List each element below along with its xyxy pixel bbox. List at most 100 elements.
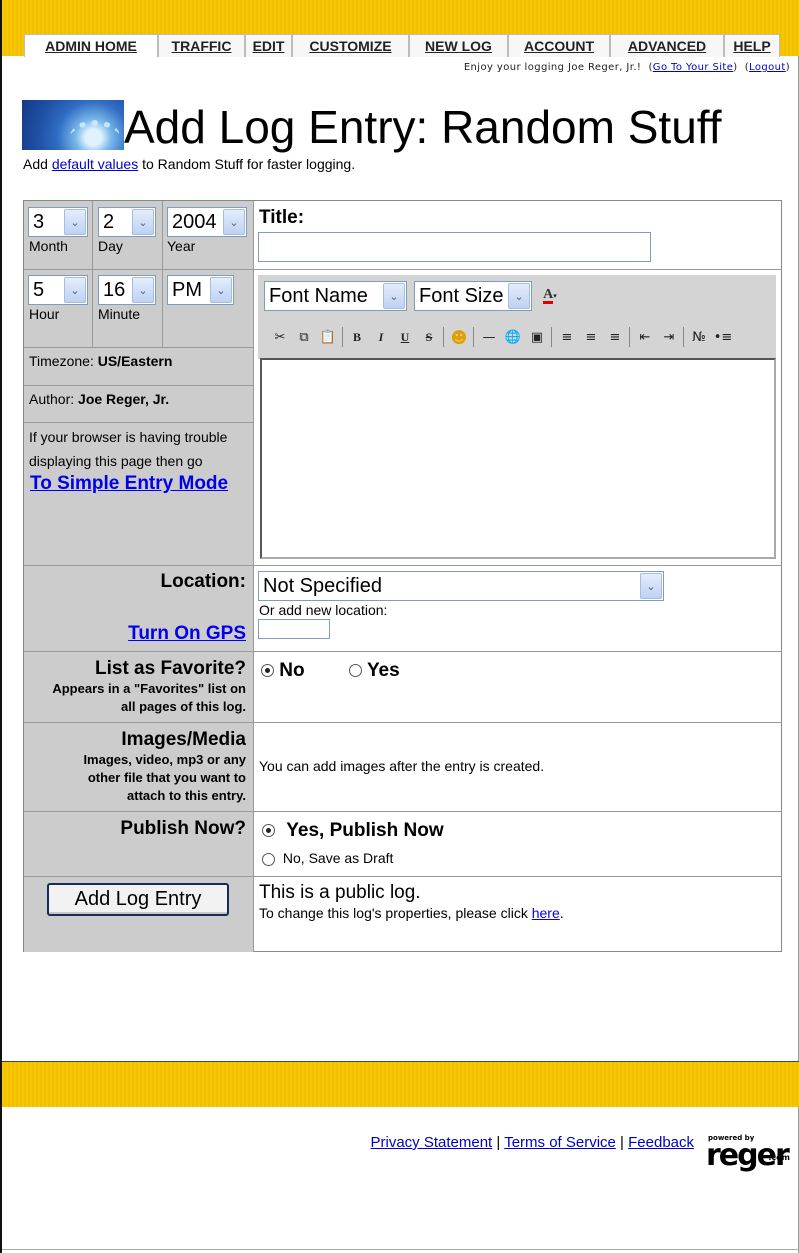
- chevron-down-icon: ⌄: [508, 283, 530, 309]
- media-label: Images/Media: [121, 729, 246, 750]
- subtitle-prefix: Add: [23, 156, 48, 172]
- location-value: Not Specified: [263, 574, 382, 597]
- month-value: 3: [33, 210, 45, 233]
- bold-icon[interactable]: B: [346, 326, 368, 348]
- favorite-help: Appears in a "Favorites" list on all pag…: [52, 681, 246, 714]
- align-center-icon[interactable]: ≡: [580, 326, 602, 348]
- go-to-site-link[interactable]: Go To Your Site: [653, 62, 733, 73]
- author-label: Author:: [29, 391, 75, 407]
- chevron-down-icon: ⌄: [64, 277, 86, 303]
- emoticon-icon[interactable]: ☻: [448, 326, 470, 348]
- tab-edit[interactable]: EDIT: [245, 34, 292, 57]
- author-value: Joe Reger, Jr.: [78, 391, 170, 407]
- title-label: Title:: [259, 207, 305, 228]
- italic-icon[interactable]: I: [370, 326, 392, 348]
- month-select[interactable]: 3 ⌄: [28, 207, 88, 237]
- add-log-entry-button[interactable]: Add Log Entry: [47, 883, 229, 916]
- minute-label: Minute: [98, 306, 141, 322]
- tab-help[interactable]: HELP: [724, 34, 780, 57]
- entry-form: 3 ⌄ Month 2 ⌄ Day 2004 ⌄ Year 5 ⌄ Hour 1…: [23, 200, 782, 952]
- minute-select[interactable]: 16 ⌄: [98, 275, 156, 305]
- year-value: 2004: [172, 210, 217, 233]
- public-log-text: This is a public log.: [259, 882, 421, 903]
- greeting-bar: Enjoy your logging Joe Reger, Jr.! (Go T…: [463, 62, 790, 73]
- header-image: [22, 100, 124, 150]
- horizontal-rule-icon[interactable]: —: [478, 326, 500, 348]
- footer-links: Privacy Statement | Terms of Service | F…: [370, 1134, 695, 1151]
- publish-yes-option[interactable]: Yes, Publish Now: [262, 820, 444, 842]
- bulleted-list-icon[interactable]: •≡: [712, 326, 734, 348]
- hour-select[interactable]: 5 ⌄: [28, 275, 88, 305]
- change-properties-link[interactable]: here: [532, 905, 560, 921]
- publish-yes-radio[interactable]: [262, 824, 275, 838]
- tab-advanced[interactable]: ADVANCED: [610, 34, 724, 57]
- month-label: Month: [29, 238, 68, 254]
- indent-icon[interactable]: ⇥: [658, 326, 680, 348]
- publish-no-label: No, Save as Draft: [282, 850, 394, 866]
- reger-logo[interactable]: powered by reger .com: [706, 1134, 790, 1173]
- underline-icon[interactable]: U: [394, 326, 416, 348]
- insert-image-icon[interactable]: ▣: [526, 326, 548, 348]
- insert-link-icon[interactable]: 🌐: [502, 326, 524, 348]
- align-right-icon[interactable]: ≡: [604, 326, 626, 348]
- turn-on-gps-link[interactable]: Turn On GPS: [128, 623, 246, 645]
- align-left-icon[interactable]: ≡: [556, 326, 578, 348]
- cut-icon[interactable]: ✂: [269, 326, 291, 348]
- day-label: Day: [98, 238, 123, 254]
- tab-admin-home[interactable]: ADMIN HOME: [24, 34, 158, 57]
- favorite-label: List as Favorite?: [95, 658, 246, 679]
- page-title: Add Log Entry: Random Stuff: [124, 101, 722, 153]
- paste-icon[interactable]: 📋: [317, 326, 339, 348]
- tab-customize[interactable]: CUSTOMIZE: [292, 34, 409, 57]
- chevron-down-icon: ⌄: [132, 277, 154, 303]
- font-name-value: Font Name: [269, 284, 368, 307]
- font-size-select[interactable]: Font Size ⌄: [414, 281, 532, 311]
- day-value: 2: [103, 210, 115, 233]
- terms-link[interactable]: Terms of Service: [504, 1134, 616, 1151]
- tab-traffic[interactable]: TRAFFIC: [158, 34, 245, 57]
- chevron-down-icon: ⌄: [640, 573, 662, 599]
- timezone-label: Timezone:: [29, 353, 94, 369]
- year-select[interactable]: 2004 ⌄: [167, 207, 247, 237]
- default-values-link[interactable]: default values: [52, 156, 138, 172]
- logout-link[interactable]: Logout: [749, 62, 786, 73]
- media-help: Images, video, mp3 or any other file tha…: [83, 752, 246, 803]
- brand-suffix: .com: [768, 1153, 790, 1162]
- author-row: Author: Joe Reger, Jr.: [29, 391, 169, 407]
- feedback-link[interactable]: Feedback: [628, 1134, 694, 1151]
- publish-yes-label: Yes, Publish Now: [286, 820, 444, 841]
- nav-tabs: ADMIN HOME TRAFFIC EDIT CUSTOMIZE NEW LO…: [24, 34, 780, 57]
- ampm-value: PM: [172, 278, 202, 301]
- font-name-select[interactable]: Font Name ⌄: [264, 281, 407, 311]
- location-label: Location:: [160, 571, 247, 592]
- strikethrough-icon[interactable]: S: [418, 326, 440, 348]
- day-select[interactable]: 2 ⌄: [98, 207, 156, 237]
- tab-new-log[interactable]: NEW LOG: [409, 34, 508, 57]
- publish-no-radio[interactable]: [262, 852, 275, 866]
- font-color-icon[interactable]: A ▾: [539, 285, 561, 307]
- favorite-yes-option[interactable]: Yes: [349, 660, 400, 682]
- bottom-divider: [2, 1249, 799, 1250]
- entry-body-editor[interactable]: [260, 358, 776, 559]
- simple-entry-mode-link[interactable]: To Simple Entry Mode: [30, 473, 228, 495]
- favorite-yes-radio[interactable]: [349, 664, 362, 678]
- title-input[interactable]: [258, 232, 651, 262]
- favorite-yes-label: Yes: [366, 660, 400, 681]
- location-select[interactable]: Not Specified ⌄: [258, 571, 664, 601]
- outdent-icon[interactable]: ⇤: [634, 326, 656, 348]
- chevron-down-icon: ⌄: [64, 209, 86, 235]
- numbered-list-icon[interactable]: №: [688, 326, 710, 348]
- publish-no-option[interactable]: No, Save as Draft: [262, 850, 393, 866]
- chevron-down-icon: ⌄: [132, 209, 154, 235]
- favorite-no-label: No: [279, 660, 305, 681]
- subtitle-suffix: to Random Stuff for faster logging.: [142, 156, 356, 172]
- new-location-input[interactable]: [258, 619, 330, 639]
- ampm-select[interactable]: PM ⌄: [167, 275, 234, 305]
- favorite-no-option[interactable]: No: [261, 660, 305, 682]
- copy-icon[interactable]: ⧉: [293, 326, 315, 348]
- tab-account[interactable]: ACCOUNT: [508, 34, 610, 57]
- privacy-link[interactable]: Privacy Statement: [371, 1134, 493, 1151]
- favorite-no-radio[interactable]: [261, 664, 274, 678]
- publish-label: Publish Now?: [120, 818, 246, 839]
- trouble-text: If your browser is having trouble displa…: [29, 429, 228, 469]
